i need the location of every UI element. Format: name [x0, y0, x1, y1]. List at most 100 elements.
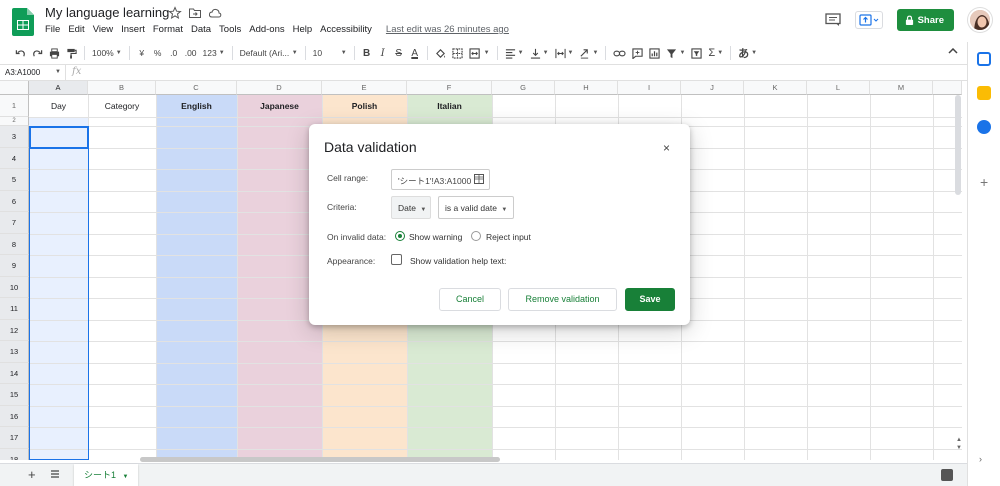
menu-edit[interactable]: Edit — [68, 24, 84, 35]
column-header-e[interactable]: E — [322, 81, 407, 95]
column-header-j[interactable]: J — [681, 81, 744, 95]
vertical-align-button[interactable]: ▼ — [527, 44, 552, 62]
all-sheets-icon[interactable] — [50, 469, 60, 479]
input-tools-button[interactable]: あ ▼ — [735, 44, 760, 62]
filter-button[interactable]: ▼ — [663, 44, 688, 62]
horizontal-align-button[interactable]: ▼ — [502, 44, 527, 62]
row-header-18[interactable]: 18 — [0, 449, 29, 460]
cell-b1[interactable]: Category — [88, 95, 156, 117]
menu-insert[interactable]: Insert — [121, 24, 145, 35]
last-edit-link[interactable]: Last edit was 26 minutes ago — [386, 24, 509, 35]
row-header-14[interactable]: 14 — [0, 363, 29, 384]
text-rotation-button[interactable]: ▼ — [576, 44, 601, 62]
select-range-icon[interactable] — [474, 174, 484, 184]
row-header-11[interactable]: 11 — [0, 298, 29, 320]
strikethrough-button[interactable]: S — [391, 44, 407, 62]
paint-format-button[interactable] — [63, 44, 80, 62]
undo-button[interactable] — [12, 44, 29, 62]
insert-comment-button[interactable] — [629, 44, 646, 62]
column-header-m[interactable]: M — [870, 81, 933, 95]
calendar-icon[interactable] — [977, 52, 991, 66]
sheets-logo-icon[interactable] — [12, 8, 34, 36]
user-avatar[interactable] — [968, 8, 992, 32]
row-header-13[interactable]: 13 — [0, 341, 29, 363]
row-header-2[interactable]: 2 — [0, 117, 29, 126]
reject-input-label[interactable]: Reject input — [486, 232, 531, 242]
cell-c1[interactable]: English — [156, 95, 237, 117]
merge-cells-button[interactable]: ▼ — [466, 44, 493, 62]
zoom-select[interactable]: 100% ▼ — [89, 44, 125, 62]
increase-decimal-button[interactable]: .00 — [182, 44, 200, 62]
cloud-saved-icon[interactable] — [208, 6, 222, 20]
row-header-12[interactable]: 12 — [0, 320, 29, 341]
close-icon[interactable]: × — [663, 141, 670, 155]
row-header-3[interactable]: 3 — [0, 126, 29, 148]
menu-file[interactable]: File — [45, 24, 60, 35]
text-wrapping-button[interactable]: ▼ — [552, 44, 577, 62]
row-header-1[interactable]: 1 — [0, 95, 29, 117]
move-folder-icon[interactable] — [188, 6, 202, 20]
comment-history-icon[interactable] — [824, 13, 841, 27]
column-header-f[interactable]: F — [407, 81, 492, 95]
font-size-select[interactable]: 10 ▼ — [310, 44, 350, 62]
row-header-7[interactable]: 7 — [0, 212, 29, 234]
row-header-10[interactable]: 10 — [0, 277, 29, 298]
menu-tools[interactable]: Tools — [219, 24, 241, 35]
menu-format[interactable]: Format — [153, 24, 183, 35]
decrease-decimal-button[interactable]: .0 — [166, 44, 182, 62]
show-warning-radio[interactable] — [395, 231, 405, 241]
cell-a1[interactable]: Day — [29, 95, 88, 117]
remove-validation-button[interactable]: Remove validation — [508, 288, 617, 311]
functions-button[interactable]: Σ ▼ — [705, 44, 726, 62]
menu-view[interactable]: View — [93, 24, 113, 35]
menu-add-ons[interactable]: Add-ons — [249, 24, 284, 35]
select-all-corner[interactable] — [0, 81, 29, 95]
show-warning-label[interactable]: Show warning — [409, 232, 462, 242]
percent-format-button[interactable]: % — [150, 44, 166, 62]
column-header-c[interactable]: C — [156, 81, 237, 95]
save-button[interactable]: Save — [625, 288, 675, 311]
row-header-5[interactable]: 5 — [0, 169, 29, 191]
column-header-i[interactable]: I — [618, 81, 681, 95]
column-header-l[interactable]: L — [807, 81, 870, 95]
criteria-type-dropdown[interactable]: Date ▼ — [391, 196, 431, 219]
currency-format-button[interactable]: ¥ — [134, 44, 150, 62]
fill-color-button[interactable] — [432, 44, 449, 62]
row-header-4[interactable]: 4 — [0, 148, 29, 169]
column-header-d[interactable]: D — [237, 81, 322, 95]
column-header-a[interactable]: A — [29, 81, 88, 95]
italic-button[interactable]: I — [375, 44, 391, 62]
vertical-scrollbar[interactable] — [954, 81, 962, 460]
text-color-button[interactable]: A — [407, 44, 423, 62]
more-formats-select[interactable]: 123 ▼ — [200, 44, 228, 62]
row-header-9[interactable]: 9 — [0, 255, 29, 277]
bold-button[interactable]: B — [359, 44, 375, 62]
active-cell[interactable] — [29, 126, 89, 149]
cell-f1[interactable]: Italian — [407, 95, 492, 117]
share-button[interactable]: Share — [896, 9, 954, 31]
get-add-ons-icon[interactable]: + — [980, 174, 988, 190]
row-header-6[interactable]: 6 — [0, 191, 29, 212]
star-icon[interactable] — [168, 6, 182, 20]
document-title[interactable]: My language learning — [45, 5, 169, 20]
redo-button[interactable] — [29, 44, 46, 62]
expand-panel-icon[interactable]: › — [979, 454, 982, 464]
menu-data[interactable]: Data — [191, 24, 211, 35]
column-header-h[interactable]: H — [555, 81, 618, 95]
row-header-15[interactable]: 15 — [0, 384, 29, 406]
cell-d1[interactable]: Japanese — [237, 95, 322, 117]
horizontal-scroll-thumb[interactable] — [140, 457, 500, 462]
add-sheet-button[interactable]: + — [28, 467, 36, 482]
reject-input-radio[interactable] — [471, 231, 481, 241]
sheet-tab[interactable]: シート1 ▼ — [74, 464, 139, 486]
column-header-g[interactable]: G — [492, 81, 555, 95]
column-header-b[interactable]: B — [88, 81, 156, 95]
help-text-label[interactable]: Show validation help text: — [410, 256, 506, 266]
insert-chart-button[interactable] — [646, 44, 663, 62]
criteria-condition-dropdown[interactable]: is a valid date ▼ — [438, 196, 514, 219]
selected-range[interactable] — [29, 126, 89, 460]
vertical-scroll-thumb[interactable] — [955, 95, 961, 195]
collapse-menu-icon[interactable] — [948, 46, 958, 57]
explore-icon[interactable] — [941, 469, 953, 481]
cell-e1[interactable]: Polish — [322, 95, 407, 117]
